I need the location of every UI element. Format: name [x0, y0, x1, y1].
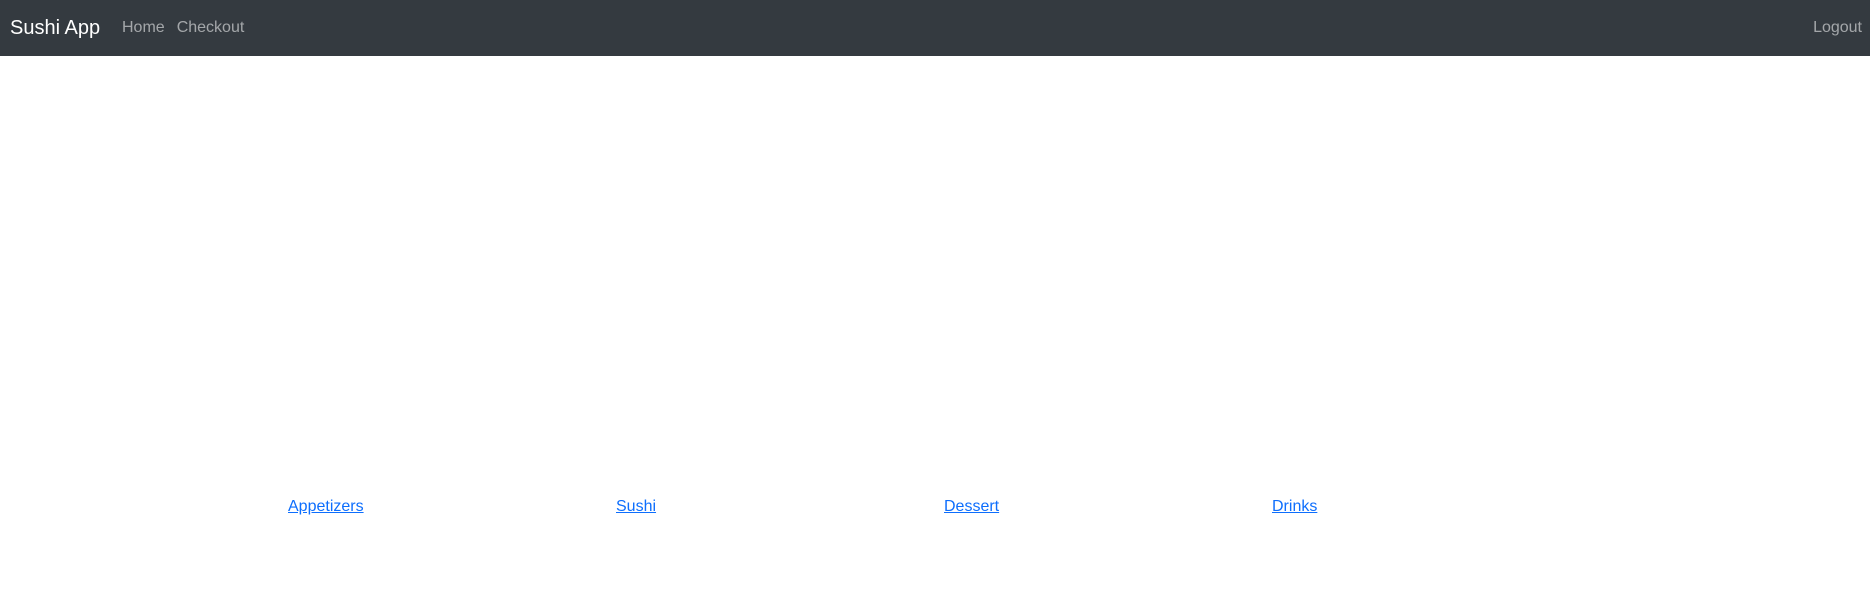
nav-right: Logout	[1813, 17, 1862, 39]
category-link-drinks[interactable]: Drinks	[1272, 496, 1317, 518]
nav-link-checkout[interactable]: Checkout	[177, 17, 245, 39]
category-link-sushi[interactable]: Sushi	[616, 496, 656, 518]
nav-link-home[interactable]: Home	[122, 17, 165, 39]
category-link-appetizers[interactable]: Appetizers	[288, 496, 364, 518]
logout-link[interactable]: Logout	[1813, 19, 1862, 36]
category-link-dessert[interactable]: Dessert	[944, 496, 999, 518]
nav-links: Home Checkout	[122, 17, 244, 39]
brand-link[interactable]: Sushi App	[10, 14, 100, 42]
top-navbar: Sushi App Home Checkout Logout	[0, 0, 1870, 56]
main-content: Appetizers Sushi Dessert Drinks	[0, 56, 1870, 615]
